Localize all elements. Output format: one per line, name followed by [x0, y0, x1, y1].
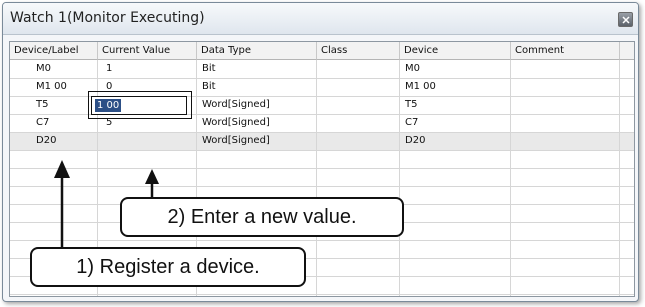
arrow-to-device-label [54, 160, 70, 256]
arrow-to-current-value [145, 169, 159, 198]
callout-register-device: 1) Register a device. [30, 247, 306, 287]
callout-enter-new-value: 2) Enter a new value. [120, 197, 404, 237]
